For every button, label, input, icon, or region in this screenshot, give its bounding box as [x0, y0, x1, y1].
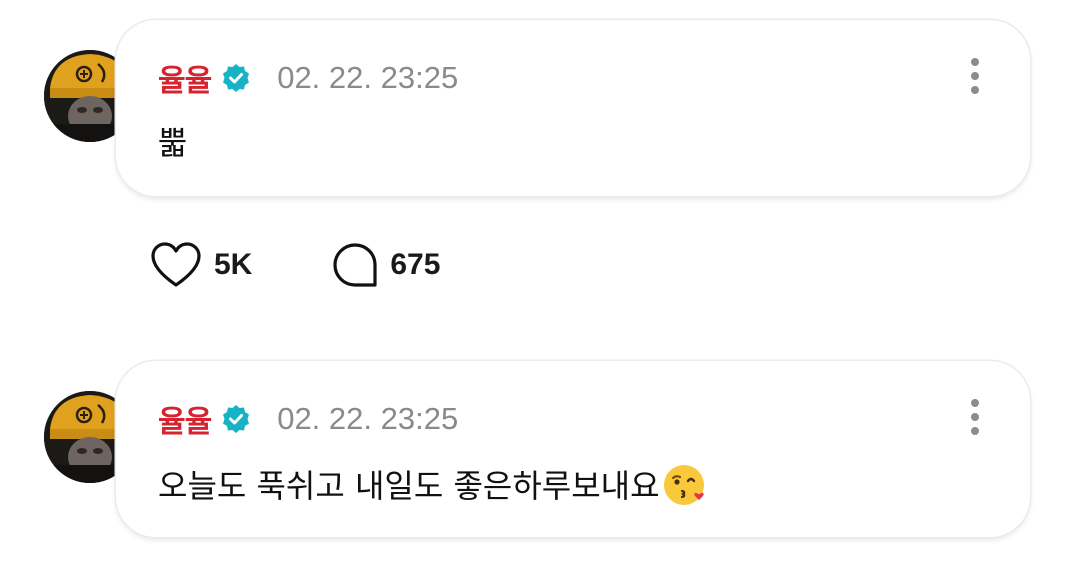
comment-count: 675: [390, 248, 441, 281]
post-timestamp: 02. 22. 23:25: [277, 401, 459, 436]
speech-bubble-outline-icon: [333, 243, 377, 287]
post-text: 뿗: [158, 124, 188, 162]
post-text: 오늘도 푹쉬고 내일도 좋은하루보내요: [158, 467, 660, 505]
author-name[interactable]: 율율: [158, 56, 212, 100]
author-name[interactable]: 율율: [158, 397, 212, 441]
kissing-face-with-heart-emoji-icon: [663, 465, 704, 505]
post-header: 율율 02. 22. 23:25: [158, 397, 459, 441]
vertical-ellipsis-icon[interactable]: [970, 399, 980, 437]
heart-outline-icon: [151, 242, 201, 287]
verified-badge-icon: [223, 64, 250, 92]
post-bubble: 율율 02. 22. 23:25 뿗: [116, 20, 1030, 196]
verified-badge-icon: [223, 405, 250, 433]
post-timestamp: 02. 22. 23:25: [277, 60, 459, 95]
like-count: 5K: [214, 248, 253, 281]
vertical-ellipsis-icon[interactable]: [970, 58, 980, 96]
post-stats: 5K 675: [150, 240, 440, 290]
post-bubble: 율율 02. 22. 23:25 오늘도 푹쉬고 내일도 좋은하루보내요: [116, 361, 1030, 537]
like-button[interactable]: 5K: [150, 241, 252, 289]
post-text-container: 오늘도 푹쉬고 내일도 좋은하루보내요: [158, 461, 708, 507]
comment-button[interactable]: 675: [332, 242, 440, 288]
post-header: 율율 02. 22. 23:25: [158, 56, 459, 100]
